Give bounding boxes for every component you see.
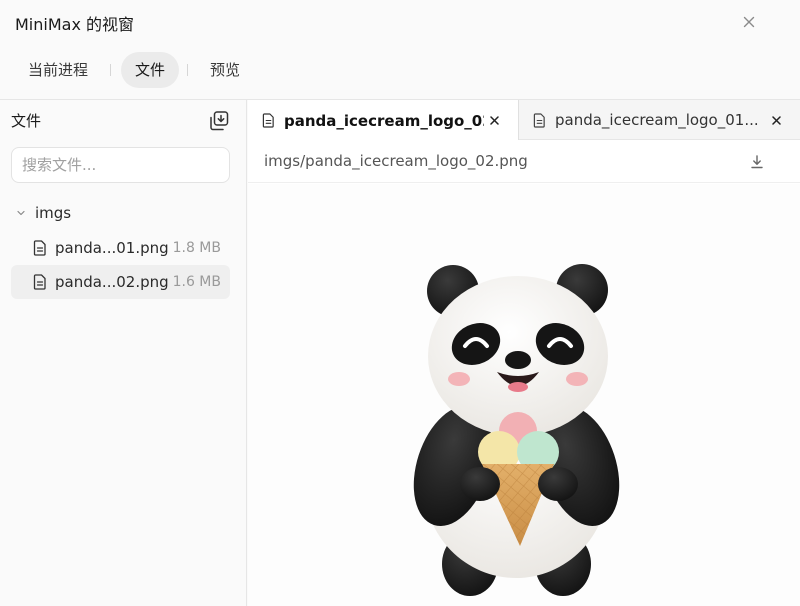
file-item[interactable]: panda...02.png 1.6 MB [11,265,230,299]
close-tab-button[interactable] [486,112,502,128]
download-button[interactable] [748,153,766,171]
file-size: 1.8 MB [172,240,221,256]
file-sidebar: 文件 imgs panda...01.png 1.8 MB panda...02… [0,100,247,606]
tab-preview[interactable]: 预览 [196,52,254,88]
image-preview [248,184,800,606]
file-viewer: panda_icecream_logo_02.... panda_icecrea… [248,100,800,606]
file-icon [262,113,276,128]
chevron-down-icon [11,208,31,218]
file-tab-label: panda_icecream_logo_02.... [284,111,484,130]
sidebar-title: 文件 [11,112,42,130]
file-tab-label: panda_icecream_logo_01.... [555,111,760,129]
top-tabs: 当前进程 文件 预览 [0,46,800,96]
file-tab-active[interactable]: panda_icecream_logo_02.... [248,100,518,141]
file-path: imgs/panda_icecream_logo_02.png [264,152,528,170]
search-files-input[interactable] [11,147,230,183]
file-icon [33,273,49,291]
file-tab[interactable]: panda_icecream_logo_01.... [519,100,800,140]
file-icon [533,112,547,128]
file-name: panda...02.png [55,273,169,291]
file-tabs: panda_icecream_logo_02.... panda_icecrea… [248,100,800,141]
close-tab-button[interactable] [768,112,784,128]
tab-divider [110,64,111,76]
file-icon [33,239,49,257]
path-bar: imgs/panda_icecream_logo_02.png [248,141,800,183]
download-icon [751,155,763,169]
file-name: panda...01.png [55,239,169,257]
close-icon [743,16,755,28]
window-title: MiniMax 的视窗 [15,15,135,34]
import-button[interactable] [207,109,231,133]
import-icon [210,111,229,131]
folder-imgs[interactable]: imgs [11,200,230,226]
tab-divider [187,64,188,76]
close-icon [489,115,499,125]
title-bar: MiniMax 的视窗 [0,0,800,46]
file-size: 1.6 MB [172,274,221,290]
folder-name: imgs [35,204,72,222]
tab-current-process[interactable]: 当前进程 [14,52,102,88]
close-icon [771,115,781,125]
file-item[interactable]: panda...01.png 1.8 MB [11,231,230,265]
close-window-button[interactable] [739,12,759,32]
panda-icecream-image [413,264,620,596]
tab-files[interactable]: 文件 [121,52,180,88]
